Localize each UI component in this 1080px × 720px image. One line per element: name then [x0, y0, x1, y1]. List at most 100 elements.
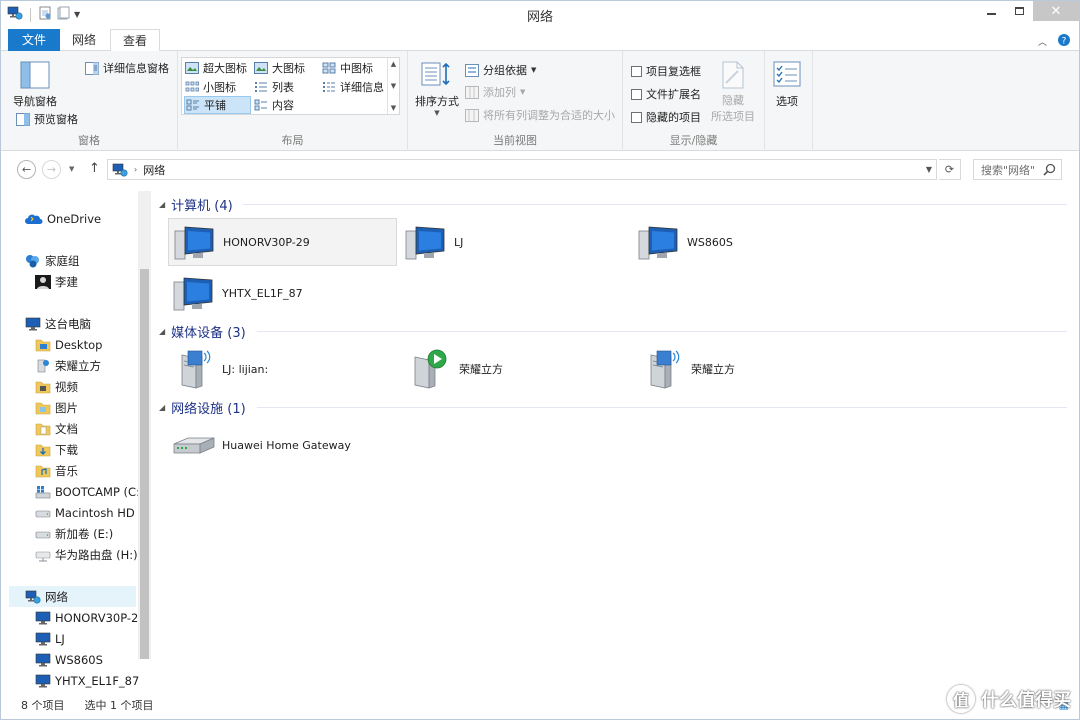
group-header-computers[interactable]: ◢ 计算机 (4)	[159, 195, 233, 214]
collapse-icon[interactable]: ◢	[159, 200, 165, 209]
onedrive-icon	[25, 214, 43, 224]
nav-label: Macintosh HD (	[55, 505, 143, 520]
preview-pane-button[interactable]: 预览窗格	[16, 111, 78, 127]
search-box[interactable]: 搜索"网络"	[973, 159, 1062, 180]
layout-content[interactable]: 内容	[254, 97, 294, 113]
hide-selected-label-2: 所选项目	[711, 110, 755, 123]
nav-homegroup-user[interactable]: 李建	[35, 271, 78, 292]
forward-button[interactable]: →	[42, 160, 61, 179]
nav-network-yhtx[interactable]: YHTX_EL1F_87	[35, 670, 139, 691]
hidden-items-toggle[interactable]: 隐藏的项目	[631, 109, 701, 125]
gallery-expand-icon[interactable]: ▼	[391, 104, 396, 112]
nav-pane-button[interactable]: 导航窗格	[13, 61, 57, 109]
extra-large-icons-icon	[185, 62, 199, 74]
nav-pc-pictures[interactable]: 图片	[35, 397, 78, 418]
nav-label: 图片	[55, 400, 78, 415]
layout-list[interactable]: 列表	[254, 79, 294, 95]
nav-network-lj[interactable]: LJ	[35, 628, 65, 649]
breadcrumb-network[interactable]: 网络	[143, 162, 165, 178]
nav-this-pc[interactable]: 这台电脑	[25, 313, 91, 334]
layout-details[interactable]: 详细信息	[322, 79, 384, 95]
nav-pane-label: 导航窗格	[13, 95, 57, 108]
tile-label: LJ: lijian:	[222, 362, 269, 376]
layout-gallery-scroll[interactable]: ▲ ▼ ▼	[387, 58, 399, 114]
drive-icon	[35, 531, 51, 538]
layout-large-icons[interactable]: 大图标	[254, 60, 305, 76]
nav-pc-bootcamp[interactable]: BOOTCAMP (C:	[35, 481, 140, 502]
details-icon	[323, 82, 335, 92]
scroll-up-icon[interactable]: ▲	[391, 60, 396, 68]
nav-network-honorv30p[interactable]: HONORV30P-2	[35, 607, 138, 628]
nav-pc-documents[interactable]: 文档	[35, 418, 78, 439]
tile-label: 荣耀立方	[691, 363, 735, 376]
tile-gateway[interactable]: Huawei Home Gateway	[168, 421, 397, 469]
layout-item-label: 小图标	[203, 81, 236, 94]
tab-view[interactable]: 查看	[110, 29, 161, 52]
group-by-button[interactable]: 分组依据 ▼	[465, 62, 536, 78]
tile-computer[interactable]: LJ	[400, 218, 629, 266]
scroll-down-icon[interactable]: ▼	[391, 82, 396, 90]
tile-media-device[interactable]: LJ: lijian:	[168, 345, 397, 393]
nav-label: 荣耀立方	[55, 358, 101, 373]
nav-pc-new-volume[interactable]: 新加卷 (E:)	[35, 523, 113, 544]
recent-locations-icon[interactable]: ▼	[69, 165, 74, 173]
tile-computer[interactable]: HONORV30P-29	[168, 218, 397, 266]
file-extensions-label: 文件扩展名	[646, 88, 701, 101]
collapse-icon[interactable]: ◢	[159, 327, 165, 336]
options-button[interactable]: 选项	[773, 61, 801, 109]
documents-folder-icon	[35, 423, 51, 435]
nav-onedrive[interactable]: OneDrive	[25, 208, 101, 229]
back-button[interactable]: ←	[17, 160, 36, 179]
file-extensions-toggle[interactable]: 文件扩展名	[631, 86, 701, 102]
nav-pc-music[interactable]: 音乐	[35, 460, 78, 481]
nav-pc-router-drive[interactable]: 华为路由盘 (H:)	[35, 544, 138, 565]
nav-pc-downloads[interactable]: 下载	[35, 439, 78, 460]
address-bar[interactable]: › 网络	[107, 159, 937, 180]
item-checkboxes-toggle[interactable]: 项目复选框	[631, 63, 701, 79]
nav-network[interactable]: 网络	[9, 586, 136, 607]
minimize-button[interactable]	[977, 1, 1005, 21]
checkbox	[631, 88, 642, 100]
nav-pc-desktop[interactable]: Desktop	[35, 334, 102, 355]
nav-pc-macintosh-hd[interactable]: Macintosh HD (	[35, 502, 143, 523]
nav-homegroup[interactable]: 家庭组	[25, 250, 80, 271]
group-header-network-infrastructure[interactable]: ◢ 网络设施 (1)	[159, 398, 246, 417]
add-column-button[interactable]: 添加列 ▼	[465, 84, 525, 100]
help-icon[interactable]: ?	[1057, 33, 1071, 50]
layout-extra-large-icons[interactable]: 超大图标	[185, 60, 247, 76]
group-header-media-devices[interactable]: ◢ 媒体设备 (3)	[159, 322, 246, 341]
chevron-up-icon[interactable]: ︿	[1038, 35, 1047, 48]
close-button[interactable]: ✕	[1033, 1, 1079, 21]
scrollbar-thumb[interactable]	[140, 269, 149, 659]
tile-computer[interactable]: YHTX_EL1F_87	[168, 269, 397, 317]
details-pane-button[interactable]: 详细信息窗格	[85, 60, 169, 76]
tile-media-device[interactable]: 荣耀立方	[405, 345, 634, 393]
nav-pc-videos[interactable]: 视频	[35, 376, 78, 397]
maximize-button[interactable]	[1005, 1, 1033, 21]
collapse-icon[interactable]: ◢	[159, 403, 165, 412]
layout-small-icons[interactable]: 小图标	[185, 79, 236, 95]
tab-network[interactable]: 网络	[60, 29, 108, 51]
tile-media-device[interactable]: 荣耀立方	[637, 345, 866, 393]
layout-tiles[interactable]: 平铺	[184, 96, 251, 114]
dropdown-arrow-icon: ▼	[520, 88, 526, 96]
nav-label: 李建	[55, 274, 78, 289]
hide-selected-button[interactable]: 隐藏 所选项目	[711, 61, 755, 124]
tab-file[interactable]: 文件	[8, 29, 60, 51]
layout-medium-icons[interactable]: 中图标	[322, 60, 373, 76]
svg-text:?: ?	[1062, 37, 1067, 47]
tile-computer[interactable]: WS860S	[633, 218, 862, 266]
nav-pc-honor-cube[interactable]: 荣耀立方	[35, 355, 101, 376]
breadcrumb-separator-icon[interactable]: ›	[134, 165, 137, 174]
nav-label: BOOTCAMP (C:	[55, 484, 140, 499]
add-column-icon	[465, 85, 479, 99]
computer-icon	[35, 611, 51, 624]
nav-pane-scrollbar[interactable]	[138, 191, 151, 659]
nav-network-ws860s[interactable]: WS860S	[35, 649, 103, 670]
up-button[interactable]: ↑	[89, 161, 100, 176]
address-history-dropdown[interactable]: ▼	[921, 159, 937, 180]
refresh-button[interactable]: ⟳	[939, 159, 961, 180]
sort-by-button[interactable]: 排序方式 ▼	[415, 61, 459, 117]
size-columns-button[interactable]: 将所有列调整为合适的大小	[465, 107, 615, 123]
tile-label: WS860S	[687, 235, 733, 249]
